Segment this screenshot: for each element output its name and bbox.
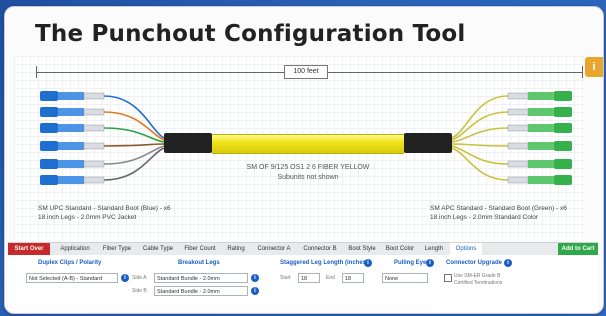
tab-rating[interactable]: Rating [222, 243, 250, 255]
cable-description-line1: SM OF 9/125 OS1 2 6 FIBER YELLOW [246, 164, 370, 171]
start-over-button[interactable]: Start Over [8, 243, 50, 255]
tab-connector-b[interactable]: Connector B [298, 243, 342, 255]
left-end-description-line2: 18 inch Legs - 2.0mm PVC Jacket [38, 214, 137, 221]
tab-fiber-type[interactable]: Fiber Type [98, 243, 136, 255]
breakout-legs-label: Breakout Legs [178, 260, 220, 266]
pulling-eye-label: Pulling Eye [394, 260, 427, 266]
right-end-description-line2: 18 inch Legs - 2.0mm Standard Color [430, 214, 539, 221]
tab-length[interactable]: Length [420, 243, 448, 255]
cable-description: SM OF 9/125 OS1 2 6 FIBER YELLOW Subunit… [212, 163, 404, 183]
connector-upgrade-info-icon[interactable]: i [504, 259, 512, 267]
tab-options[interactable]: Options [450, 243, 482, 255]
stagger-start-label: Start [280, 275, 291, 281]
left-breakout-boot [164, 133, 212, 153]
staggered-info-icon[interactable]: i [364, 259, 372, 267]
tab-boot-style[interactable]: Boot Style [344, 243, 380, 255]
page-title: The Punchout Configuration Tool [35, 21, 466, 47]
breakout-b-info-icon[interactable]: i [251, 287, 259, 295]
right-end-description: SM APC Standard - Standard Boot (Green) … [430, 204, 567, 222]
stagger-end-label: End [326, 275, 335, 281]
connector-upgrade-label: Connector Upgrade [446, 260, 503, 266]
connector-upgrade-option: Use SM-ER Grade B Certified Terminations [454, 273, 502, 287]
breakout-a-info-icon[interactable]: i [251, 274, 259, 282]
trunk-cable [212, 134, 404, 154]
duplex-polarity-label: Duplex Clips / Polarity [38, 260, 102, 266]
pulling-eye-select[interactable]: None [382, 273, 428, 283]
tab-fiber-count[interactable]: Fiber Count [180, 243, 220, 255]
breakout-side-a-label: Side A [132, 275, 147, 281]
configuration-tabs: Start Over Application Fiber Type Cable … [8, 242, 598, 255]
connector-upgrade-option-line2: Certified Terminations [454, 280, 503, 286]
breakout-side-a-select[interactable]: Standard Bundle - 2.0mm [154, 273, 248, 283]
tab-boot-color[interactable]: Boot Color [382, 243, 418, 255]
pulling-eye-info-icon[interactable]: i [426, 259, 434, 267]
connector-upgrade-checkbox[interactable] [444, 274, 452, 282]
stagger-start-input[interactable]: 18 [298, 273, 320, 283]
add-to-cart-button[interactable]: Add to Cart [558, 243, 598, 255]
stagger-end-input[interactable]: 18 [342, 273, 364, 283]
breakout-side-b-label: Side B [132, 288, 147, 294]
tab-connector-a[interactable]: Connector A [252, 243, 296, 255]
options-panel: Duplex Clips / Polarity Not Selected (A-… [8, 255, 598, 311]
cable-description-line2: Subunits not shown [277, 174, 339, 181]
duplex-polarity-select[interactable]: Not Selected (A-B) - Standard [26, 273, 118, 283]
connector-upgrade-option-line1: Use SM-ER Grade B [454, 273, 501, 279]
info-corner-badge[interactable]: i [585, 57, 603, 77]
tab-application[interactable]: Application [54, 243, 96, 255]
left-end-description-line1: SM UPC Standard - Standard Boot (Blue) -… [38, 205, 171, 212]
breakout-side-b-select[interactable]: Standard Bundle - 2.0mm [154, 286, 248, 296]
length-dimension-tick-right [582, 66, 583, 78]
staggered-leg-label: Staggered Leg Length (inches) [280, 260, 369, 266]
length-dimension-tick-left [36, 66, 37, 78]
right-end-description-line1: SM APC Standard - Standard Boot (Green) … [430, 205, 567, 212]
length-label: 100 feet [284, 65, 328, 79]
duplex-info-icon[interactable]: i [121, 274, 129, 282]
tab-cable-type[interactable]: Cable Type [138, 243, 178, 255]
right-breakout-boot [404, 133, 452, 153]
left-end-description: SM UPC Standard - Standard Boot (Blue) -… [38, 204, 171, 222]
